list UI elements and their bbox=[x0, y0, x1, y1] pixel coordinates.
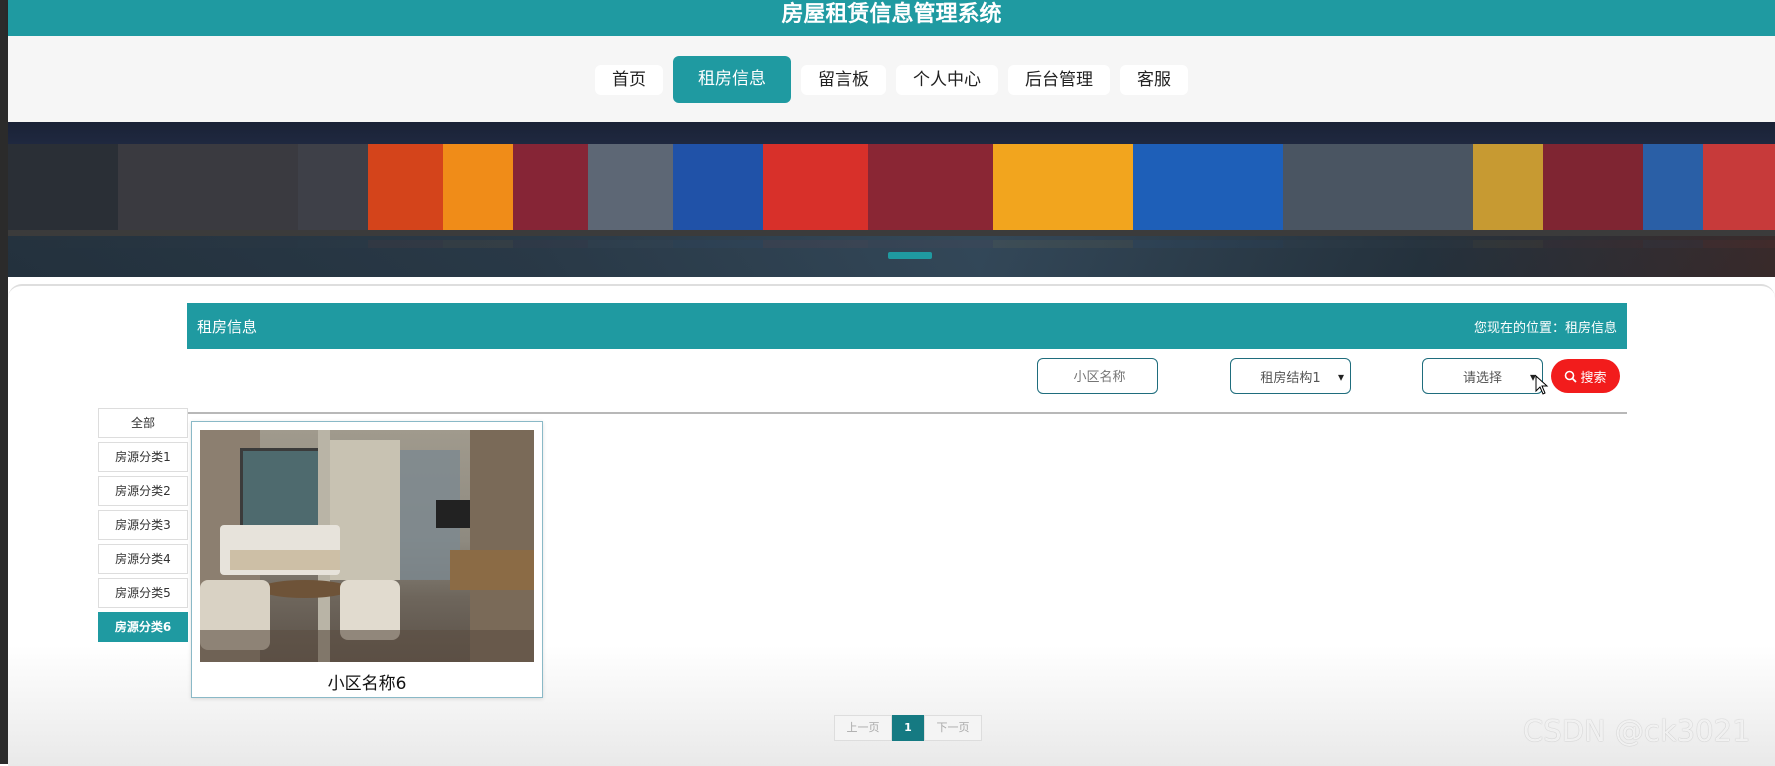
watermark: CSDN @ck3021 bbox=[1523, 714, 1751, 748]
hero-banner bbox=[8, 122, 1775, 277]
category-5[interactable]: 房源分类5 bbox=[98, 578, 188, 608]
breadcrumb: 您现在的位置：租房信息 bbox=[1473, 321, 1617, 336]
search-icon bbox=[1565, 370, 1578, 383]
nav-home[interactable]: 首页 bbox=[595, 65, 663, 95]
category-6[interactable]: 房源分类6 bbox=[98, 612, 188, 642]
section-header: 租房信息 您现在的位置：租房信息 bbox=[187, 303, 1627, 349]
nav-customer-service[interactable]: 客服 bbox=[1120, 65, 1188, 95]
option-select[interactable]: 请选择 ▾ bbox=[1422, 358, 1543, 394]
structure-select-value: 租房结构1 bbox=[1260, 370, 1321, 386]
community-name-input[interactable] bbox=[1038, 359, 1161, 395]
prev-page-button[interactable]: 上一页 bbox=[834, 715, 892, 741]
structure-select[interactable]: 租房结构1 ▾ bbox=[1230, 358, 1351, 394]
nav-area: 首页 租房信息 留言板 个人中心 后台管理 客服 bbox=[8, 36, 1775, 122]
search-button[interactable]: 搜索 bbox=[1551, 359, 1620, 393]
category-1[interactable]: 房源分类1 bbox=[98, 442, 188, 472]
nav-rental-info[interactable]: 租房信息 bbox=[673, 56, 791, 103]
category-sidebar: 全部 房源分类1 房源分类2 房源分类3 房源分类4 房源分类5 房源分类6 bbox=[98, 408, 188, 646]
nav-admin[interactable]: 后台管理 bbox=[1008, 65, 1110, 95]
mouse-cursor-icon bbox=[1535, 375, 1549, 395]
listing-card[interactable]: 小区名称6 bbox=[191, 421, 543, 698]
nav-message-board[interactable]: 留言板 bbox=[801, 65, 886, 95]
nav-personal-center[interactable]: 个人中心 bbox=[896, 65, 998, 95]
listing-image[interactable] bbox=[200, 430, 534, 662]
filter-divider bbox=[187, 412, 1627, 414]
current-page[interactable]: 1 bbox=[892, 715, 924, 741]
category-4[interactable]: 房源分类4 bbox=[98, 544, 188, 574]
next-page-button[interactable]: 下一页 bbox=[924, 715, 982, 741]
chevron-down-icon: ▾ bbox=[1337, 370, 1344, 384]
pagination: 上一页 1 下一页 bbox=[834, 715, 982, 741]
carousel-indicator[interactable] bbox=[888, 252, 932, 259]
site-title: 房屋租赁信息管理系统 bbox=[781, 2, 1002, 27]
search-button-label: 搜索 bbox=[1580, 370, 1607, 386]
section-title: 租房信息 bbox=[197, 318, 258, 336]
category-all[interactable]: 全部 bbox=[98, 408, 188, 438]
main-nav: 首页 租房信息 留言板 个人中心 后台管理 客服 bbox=[8, 56, 1775, 103]
category-3[interactable]: 房源分类3 bbox=[98, 510, 188, 540]
community-name-input-wrap[interactable] bbox=[1037, 358, 1161, 395]
window-frame-edge bbox=[0, 0, 8, 764]
listing-caption[interactable]: 小区名称6 bbox=[192, 669, 542, 694]
option-select-value: 请选择 bbox=[1462, 370, 1502, 386]
site-header: 房屋租赁信息管理系统 bbox=[8, 0, 1775, 36]
category-2[interactable]: 房源分类2 bbox=[98, 476, 188, 506]
